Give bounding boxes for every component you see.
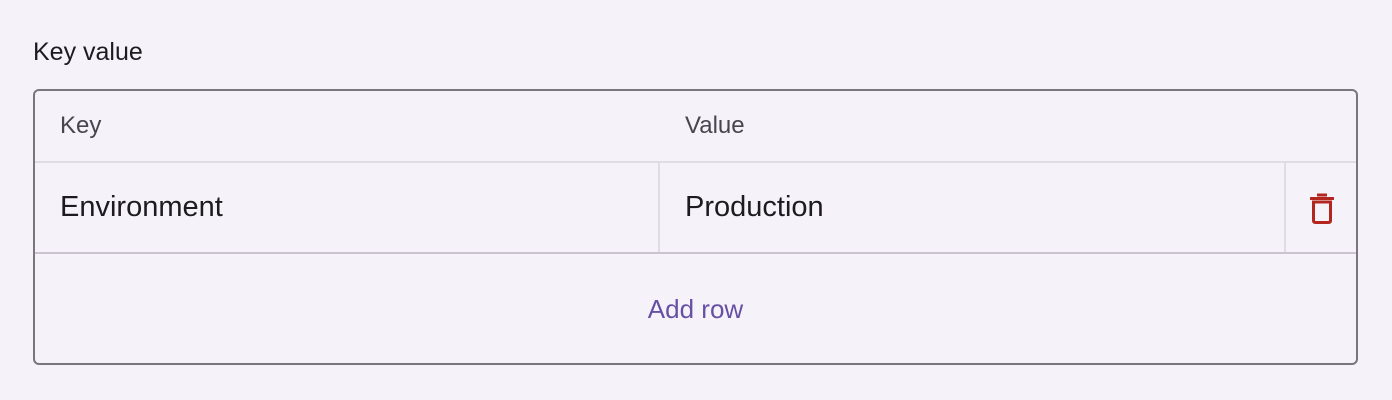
delete-row-button[interactable]	[1286, 163, 1356, 252]
value-column-header: Value	[685, 112, 745, 139]
trash-icon	[1310, 193, 1334, 224]
table-row: Environment Production	[35, 163, 1356, 254]
value-cell-input[interactable]: Production	[660, 163, 1286, 252]
key-cell-input[interactable]: Environment	[35, 163, 660, 252]
key-value-editor: Key Value Environment Production Add row	[33, 89, 1358, 365]
table-header: Key Value	[35, 91, 1356, 163]
key-column-header: Key	[60, 112, 102, 139]
key-value-label: Key value	[33, 38, 143, 66]
add-row-button[interactable]: Add row	[35, 254, 1356, 363]
